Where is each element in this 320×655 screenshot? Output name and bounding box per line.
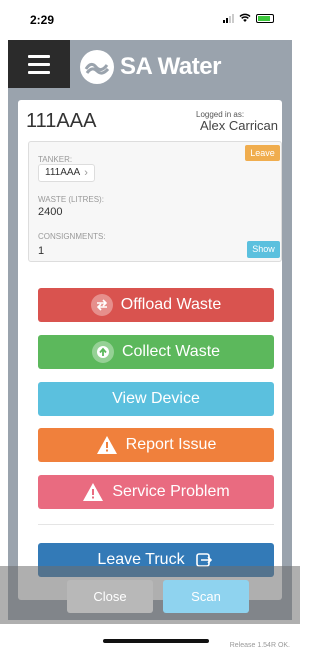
leave-tanker-button[interactable]: Leave — [245, 145, 280, 161]
divider — [38, 524, 274, 525]
consignments-label: CONSIGNMENTS: — [38, 232, 106, 241]
status-time: 2:29 — [30, 13, 55, 27]
wifi-icon — [239, 13, 251, 22]
menu-button[interactable] — [8, 40, 70, 88]
tanker-value: 111AAA — [45, 167, 81, 178]
logged-in-user: Alex Carrican — [199, 118, 278, 133]
collect-waste-button[interactable]: Collect Waste — [38, 335, 274, 369]
home-indicator — [103, 639, 209, 643]
offload-waste-label: Offload Waste — [120, 296, 222, 313]
brand-name: SA Water — [120, 53, 221, 80]
signal-icon — [223, 13, 234, 23]
logo-wave-icon — [80, 50, 114, 84]
report-issue-button[interactable]: Report Issue — [38, 428, 274, 462]
brand-logo: SA Water — [80, 50, 221, 84]
upload-circle-icon — [91, 341, 114, 363]
scan-button[interactable]: Scan — [163, 580, 249, 613]
warning-icon — [96, 434, 118, 456]
view-device-label: View Device — [112, 390, 200, 407]
show-consignments-button[interactable]: Show — [247, 241, 280, 258]
offload-waste-button[interactable]: Offload Waste — [38, 288, 274, 322]
transfer-icon — [90, 294, 113, 316]
tanker-label: TANKER: — [38, 155, 73, 164]
collect-waste-label: Collect Waste — [121, 343, 221, 360]
report-issue-label: Report Issue — [125, 436, 217, 453]
chevron-right-icon: › — [84, 167, 88, 179]
view-device-button[interactable]: View Device — [38, 382, 274, 416]
close-button[interactable]: Close — [67, 580, 153, 613]
release-text: Release 1.54R OK. — [229, 642, 290, 649]
waste-label: WASTE (LITRES): — [38, 195, 104, 204]
consignments-value: 1 — [38, 245, 45, 257]
battery-icon — [256, 13, 274, 23]
waste-value: 2400 — [38, 206, 63, 218]
service-problem-button[interactable]: Service Problem — [38, 475, 274, 509]
status-icons — [223, 13, 274, 23]
warning-icon — [82, 481, 104, 503]
service-problem-label: Service Problem — [112, 483, 230, 500]
tanker-chip[interactable]: 111AAA › — [38, 164, 95, 182]
status-bar: 2:29 — [0, 0, 300, 38]
truck-id: 111AAA — [26, 110, 97, 132]
